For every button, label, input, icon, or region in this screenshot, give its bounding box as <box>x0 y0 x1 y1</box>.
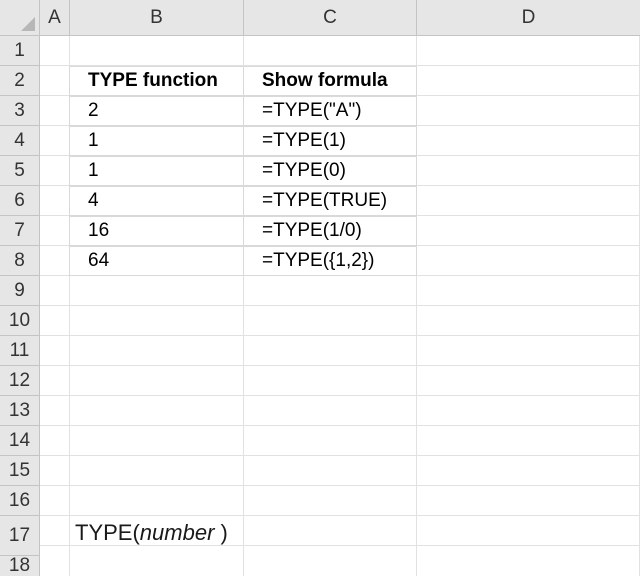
row-header-7[interactable]: 7 <box>0 216 40 246</box>
column-header-d[interactable]: D <box>417 0 640 36</box>
table-cell-result[interactable]: 16 <box>69 216 244 246</box>
table-cell-formula[interactable]: =TYPE(1/0) <box>243 216 417 246</box>
row-header-16[interactable]: 16 <box>0 486 40 516</box>
table-cell-formula[interactable]: =TYPE(TRUE) <box>243 186 417 216</box>
gridline <box>40 515 640 516</box>
table-cell-result[interactable]: 2 <box>69 96 244 126</box>
table-cell-result[interactable]: 4 <box>69 186 244 216</box>
row-header-1[interactable]: 1 <box>0 36 40 66</box>
gridline <box>40 395 640 396</box>
syntax-close-paren: ) <box>220 520 228 545</box>
syntax-argument: number <box>139 520 221 545</box>
column-header-b[interactable]: B <box>70 0 244 36</box>
gridline <box>40 365 640 366</box>
gridline <box>40 485 640 486</box>
select-all-corner[interactable] <box>0 0 40 36</box>
row-header-18[interactable]: 18 <box>0 555 40 576</box>
row-header-2[interactable]: 2 <box>0 66 40 96</box>
table-header-show-formula[interactable]: Show formula <box>243 66 417 96</box>
syntax-function: TYPE( <box>75 520 140 545</box>
row-header-8[interactable]: 8 <box>0 246 40 276</box>
gridline <box>40 455 640 456</box>
column-header-c[interactable]: C <box>244 0 417 36</box>
table-header-type-function[interactable]: TYPE function <box>69 66 244 96</box>
row-header-5[interactable]: 5 <box>0 156 40 186</box>
row-header-14[interactable]: 14 <box>0 426 40 456</box>
gridline <box>40 305 640 306</box>
row-header-11[interactable]: 11 <box>0 336 40 366</box>
spreadsheet: A B C D 1 2 3 4 5 6 7 8 9 10 11 12 13 14… <box>0 0 640 576</box>
column-header-a[interactable]: A <box>40 0 70 36</box>
row-header-13[interactable]: 13 <box>0 396 40 426</box>
table-cell-result[interactable]: 1 <box>69 126 244 156</box>
row-header-15[interactable]: 15 <box>0 456 40 486</box>
table-cell-formula[interactable]: =TYPE(0) <box>243 156 417 186</box>
table-cell-result[interactable]: 1 <box>69 156 244 186</box>
gridline <box>40 335 640 336</box>
table-cell-formula[interactable]: =TYPE(1) <box>243 126 417 156</box>
table-cell-formula[interactable]: =TYPE("A") <box>243 96 417 126</box>
syntax-text: TYPE(number ) <box>75 520 228 546</box>
select-all-triangle-icon <box>21 17 35 31</box>
table-cell-formula[interactable]: =TYPE({1,2}) <box>243 246 417 276</box>
row-header-12[interactable]: 12 <box>0 366 40 396</box>
row-header-6[interactable]: 6 <box>0 186 40 216</box>
row-header-4[interactable]: 4 <box>0 126 40 156</box>
gridline <box>40 425 640 426</box>
table-cell-result[interactable]: 64 <box>69 246 244 276</box>
row-header-17[interactable]: 17 <box>0 516 40 556</box>
row-header-3[interactable]: 3 <box>0 96 40 126</box>
row-header-10[interactable]: 10 <box>0 306 40 336</box>
row-header-9[interactable]: 9 <box>0 276 40 306</box>
